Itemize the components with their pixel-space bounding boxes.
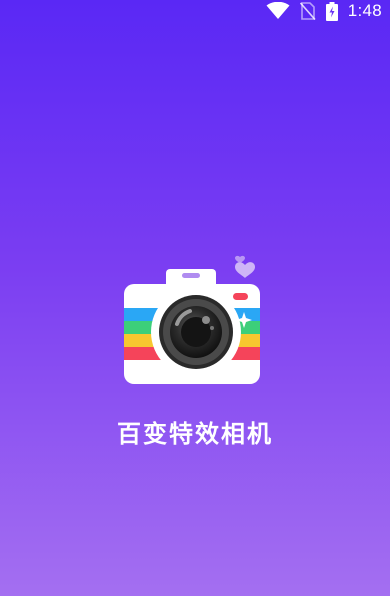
no-sim-icon (299, 2, 316, 20)
status-bar: 1:48 (0, 0, 390, 22)
wifi-icon (266, 2, 290, 20)
camera-logo-icon (120, 248, 270, 388)
battery-charging-icon (325, 1, 338, 21)
app-name: 百变特效相机 (117, 420, 273, 448)
status-time: 1:48 (347, 1, 382, 20)
